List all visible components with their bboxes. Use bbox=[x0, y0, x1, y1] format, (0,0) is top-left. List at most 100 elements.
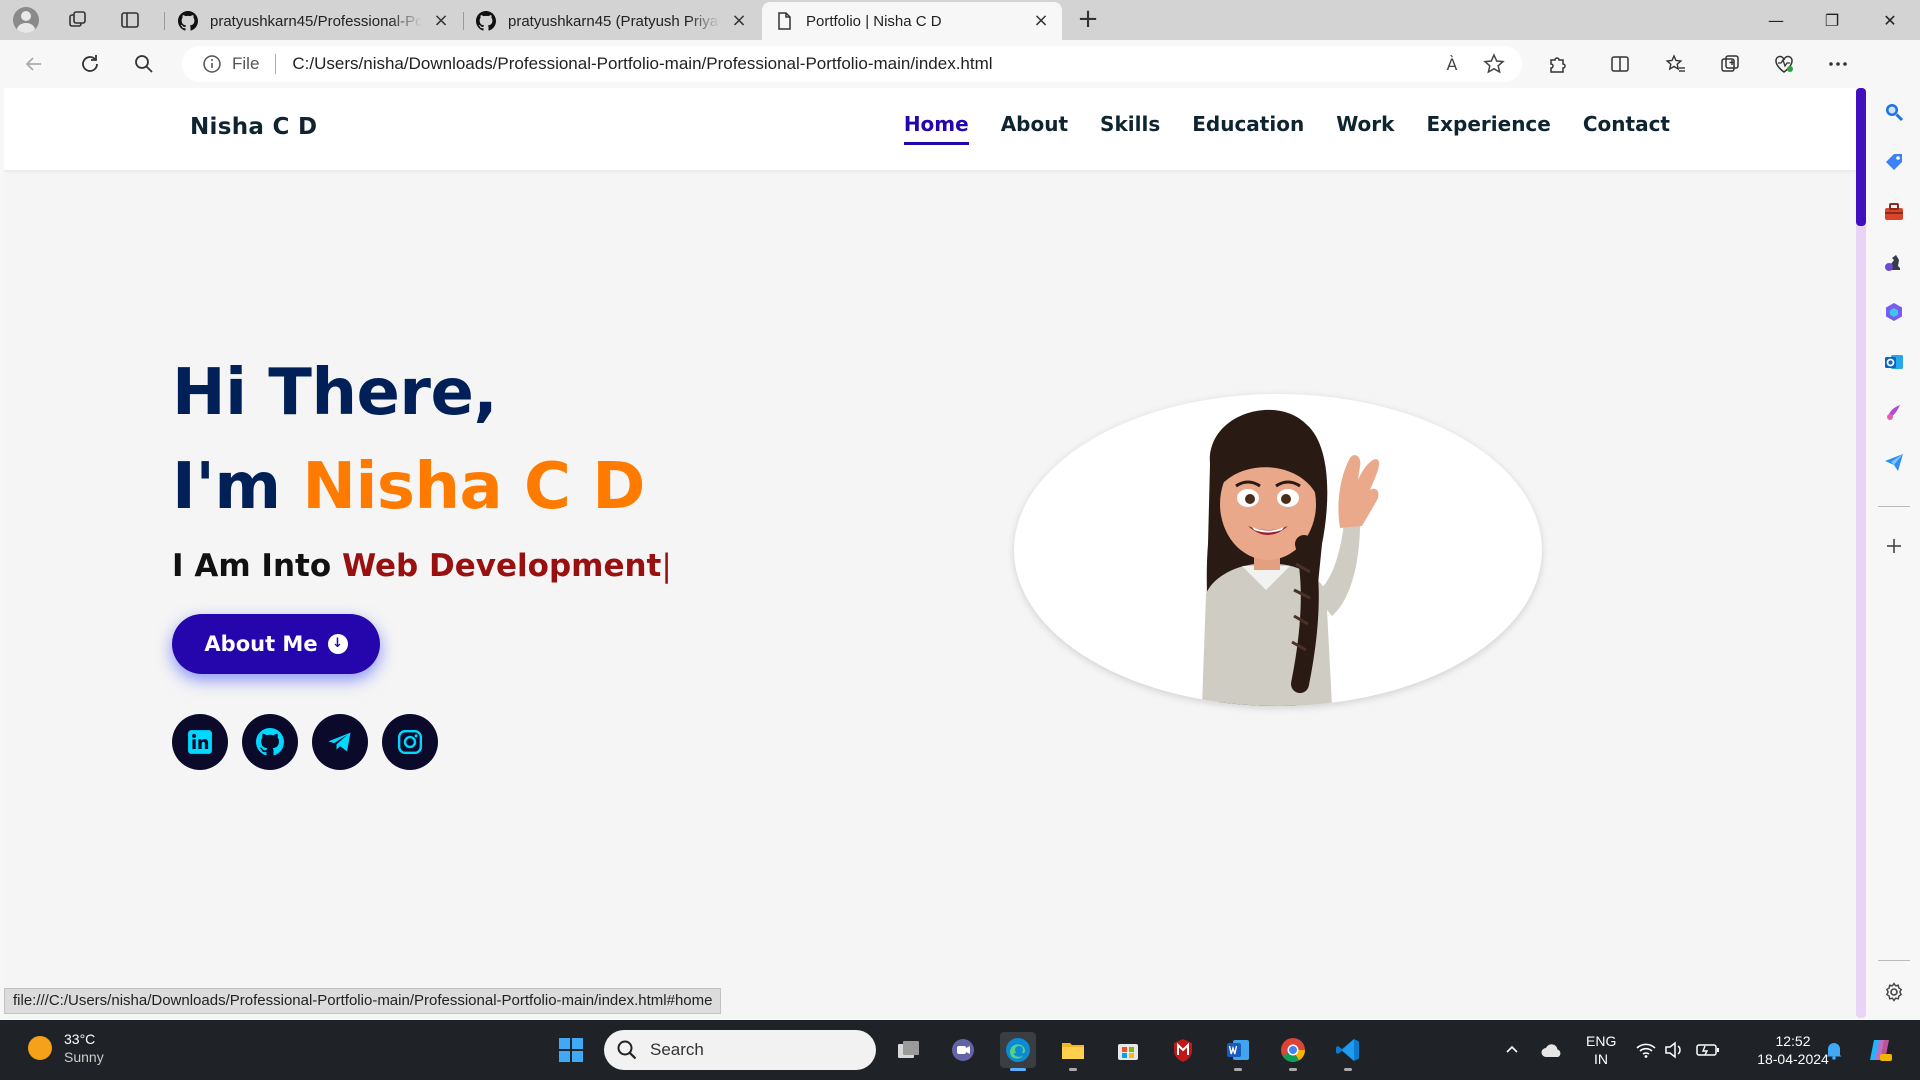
restore-button[interactable]: ❐ bbox=[1804, 0, 1860, 40]
onedrive-button[interactable] bbox=[1534, 1032, 1570, 1068]
vscode-icon bbox=[1336, 1039, 1359, 1061]
typed-role: Web Development bbox=[341, 548, 662, 584]
close-window-button[interactable]: ✕ bbox=[1862, 0, 1918, 40]
edge-icon bbox=[1006, 1038, 1030, 1062]
language-bottom: IN bbox=[1594, 1051, 1608, 1067]
url-text[interactable]: C:/Users/nisha/Downloads/Professional-Po… bbox=[292, 54, 1438, 74]
favorites-button[interactable] bbox=[1662, 50, 1690, 78]
tab-github-repo[interactable]: pratyushkarn45/Professional-Portfolio × bbox=[166, 2, 462, 40]
collections-button[interactable] bbox=[1716, 50, 1744, 78]
taskbar-mcafee[interactable] bbox=[1165, 1032, 1201, 1068]
tab-close-icon[interactable]: × bbox=[730, 12, 748, 30]
refresh-icon bbox=[82, 55, 98, 72]
windows-logo-icon bbox=[559, 1038, 583, 1062]
link-status-bar: file:///C:/Users/nisha/Downloads/Profess… bbox=[4, 988, 722, 1014]
chat-icon bbox=[952, 1039, 974, 1061]
info-icon[interactable] bbox=[202, 54, 222, 74]
favorite-star-icon[interactable] bbox=[1480, 50, 1508, 78]
tab-close-icon[interactable]: × bbox=[432, 12, 450, 30]
split-screen-button[interactable] bbox=[1606, 50, 1634, 78]
tab-close-icon[interactable]: × bbox=[1032, 12, 1050, 30]
sidebar-search-button[interactable] bbox=[1880, 98, 1908, 126]
paper-plane-icon bbox=[1885, 454, 1903, 471]
nav-contact[interactable]: Contact bbox=[1583, 112, 1670, 145]
nav-home[interactable]: Home bbox=[903, 112, 969, 145]
task-view-button[interactable] bbox=[890, 1032, 926, 1068]
teams-chat-button[interactable] bbox=[945, 1032, 981, 1068]
hero-im: I'm bbox=[172, 450, 303, 524]
page-viewport: Nisha C D Home About Skills Education Wo… bbox=[4, 88, 1856, 1018]
nav-education[interactable]: Education bbox=[1192, 112, 1304, 145]
taskbar-word[interactable] bbox=[1220, 1032, 1256, 1071]
sidebar-tools-button[interactable] bbox=[1880, 198, 1908, 226]
taskbar-search[interactable]: Search bbox=[604, 1030, 876, 1070]
back-button[interactable] bbox=[20, 50, 48, 78]
extensions-button[interactable] bbox=[1544, 50, 1572, 78]
taskbar-vscode[interactable] bbox=[1330, 1032, 1366, 1071]
tab-github-profile[interactable]: pratyushkarn45 (Pratyush Priyadarshi) × bbox=[464, 2, 760, 40]
nav-skills[interactable]: Skills bbox=[1100, 112, 1160, 145]
tray-overflow-button[interactable] bbox=[1494, 1032, 1530, 1068]
nav-experience[interactable]: Experience bbox=[1426, 112, 1550, 145]
page-scrollbar[interactable] bbox=[1856, 88, 1866, 1018]
more-menu-button[interactable] bbox=[1824, 50, 1852, 78]
taskbar-file-explorer[interactable] bbox=[1055, 1032, 1091, 1071]
tab-actions-button[interactable] bbox=[116, 6, 144, 34]
designer-icon bbox=[1887, 405, 1900, 420]
tab-portfolio-active[interactable]: Portfolio | Nisha C D × bbox=[762, 2, 1062, 40]
site-logo[interactable]: Nisha C D bbox=[190, 114, 317, 140]
telegram-link[interactable] bbox=[312, 714, 368, 770]
sidebar-shopping-button[interactable] bbox=[1880, 148, 1908, 176]
taskbar-chrome[interactable] bbox=[1275, 1032, 1311, 1071]
puzzle-icon bbox=[1550, 57, 1566, 73]
office-icon bbox=[1886, 303, 1902, 321]
minimize-button[interactable]: — bbox=[1748, 0, 1804, 40]
browser-essentials-button[interactable] bbox=[1770, 50, 1798, 78]
hero-greeting: Hi There, bbox=[172, 356, 498, 430]
battery-button[interactable] bbox=[1690, 1032, 1726, 1068]
typed-prefix: I Am Into bbox=[172, 548, 342, 584]
gear-icon bbox=[1885, 982, 1903, 1002]
search-button[interactable] bbox=[130, 50, 158, 78]
refresh-button[interactable] bbox=[76, 50, 104, 78]
hero-name-line: I'm Nisha C D bbox=[172, 440, 672, 534]
github-link[interactable] bbox=[242, 714, 298, 770]
volume-button[interactable] bbox=[1656, 1032, 1692, 1068]
sidebar-office-button[interactable] bbox=[1880, 298, 1908, 326]
more-dots-icon bbox=[1829, 62, 1847, 66]
tab-title: Portfolio | Nisha C D bbox=[806, 12, 942, 30]
weather-widget[interactable]: 33°C Sunny bbox=[28, 1030, 104, 1066]
speaker-icon bbox=[1665, 1041, 1681, 1059]
sidebar-drop-button[interactable] bbox=[1880, 448, 1908, 476]
sidebar-outlook-button[interactable] bbox=[1880, 348, 1908, 376]
instagram-link[interactable] bbox=[382, 714, 438, 770]
sidebar-settings-button[interactable] bbox=[1880, 978, 1908, 1006]
sun-icon bbox=[28, 1036, 52, 1060]
nav-about[interactable]: About bbox=[1001, 112, 1068, 145]
start-button[interactable] bbox=[553, 1032, 589, 1068]
edge-sidebar bbox=[1868, 40, 1920, 1018]
language-indicator[interactable]: ENG IN bbox=[1586, 1032, 1616, 1068]
github-icon bbox=[256, 728, 284, 756]
about-me-button[interactable]: About Me ↓ bbox=[172, 614, 380, 674]
scrollbar-thumb[interactable] bbox=[1856, 88, 1866, 226]
running-indicator bbox=[1069, 1068, 1077, 1071]
collections-icon bbox=[1721, 55, 1739, 72]
back-arrow-icon bbox=[25, 57, 41, 71]
sidebar-games-button[interactable] bbox=[1880, 248, 1908, 276]
chess-piece-icon bbox=[1885, 255, 1900, 271]
notifications-button[interactable] bbox=[1816, 1032, 1852, 1068]
linkedin-link[interactable] bbox=[172, 714, 228, 770]
sidebar-add-button[interactable] bbox=[1880, 532, 1908, 560]
new-tab-button[interactable]: + bbox=[1074, 6, 1102, 34]
read-aloud-icon[interactable]: À bbox=[1438, 50, 1466, 78]
profile-avatar[interactable] bbox=[12, 6, 40, 34]
taskbar-store[interactable] bbox=[1110, 1032, 1146, 1068]
workspaces-button[interactable] bbox=[64, 6, 92, 34]
nav-work[interactable]: Work bbox=[1336, 112, 1394, 145]
bell-icon bbox=[1826, 1043, 1842, 1060]
address-bar[interactable]: File C:/Users/nisha/Downloads/Profession… bbox=[182, 46, 1522, 82]
sidebar-designer-button[interactable] bbox=[1880, 398, 1908, 426]
copilot-taskbar-button[interactable] bbox=[1862, 1032, 1898, 1068]
taskbar-edge[interactable] bbox=[1000, 1032, 1036, 1071]
